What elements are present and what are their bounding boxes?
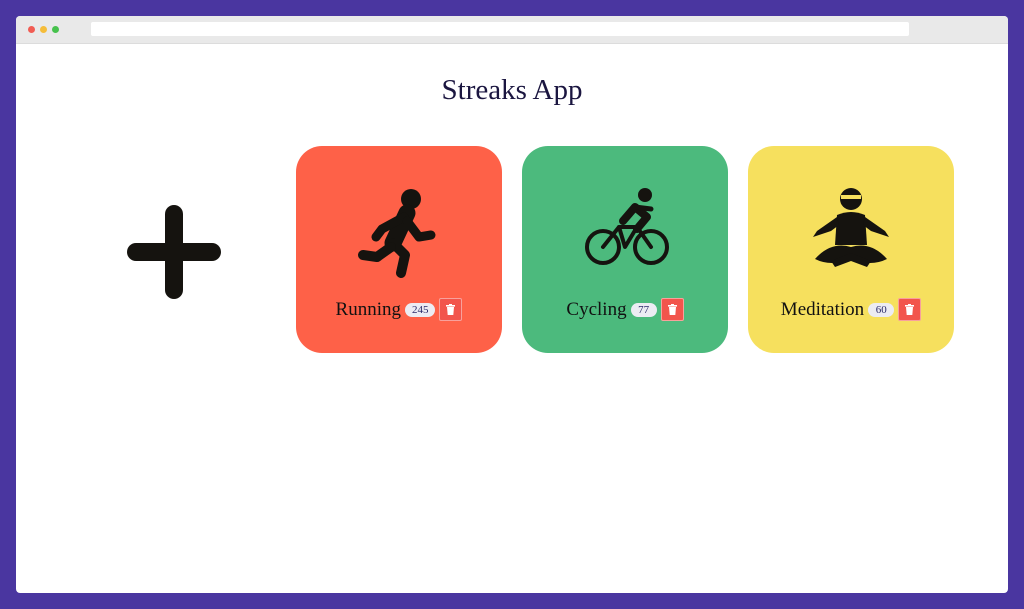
running-icon (358, 189, 436, 278)
delete-streak-button[interactable] (898, 298, 922, 321)
streak-name: Running (335, 298, 401, 320)
browser-titlebar (16, 16, 1008, 44)
meditation-icon (813, 188, 889, 267)
streak-count-badge: 245 (404, 302, 436, 317)
trash-icon (446, 304, 456, 315)
delete-streak-button[interactable] (439, 298, 463, 321)
browser-window: Streaks App Running 245 Cycling 77 Medit… (16, 16, 1008, 593)
streak-count-badge: 60 (868, 302, 895, 317)
streak-name: Cycling (566, 298, 627, 320)
streak-card-cycling[interactable]: Cycling 77 (522, 146, 728, 353)
maximize-window-button[interactable] (52, 26, 59, 33)
add-streak-button[interactable] (124, 202, 224, 302)
page-title: Streaks App (441, 74, 583, 106)
streak-count-badge: 77 (630, 302, 657, 317)
delete-streak-button[interactable] (660, 298, 684, 321)
trash-icon (905, 304, 915, 315)
streak-card-meditation[interactable]: Meditation 60 (748, 146, 954, 353)
trash-icon (667, 304, 677, 315)
close-window-button[interactable] (28, 26, 35, 33)
streak-card-running[interactable]: Running 245 (296, 146, 502, 353)
minimize-window-button[interactable] (40, 26, 47, 33)
address-bar[interactable] (91, 22, 909, 36)
cycling-icon (585, 188, 669, 265)
streak-name: Meditation (780, 298, 865, 320)
